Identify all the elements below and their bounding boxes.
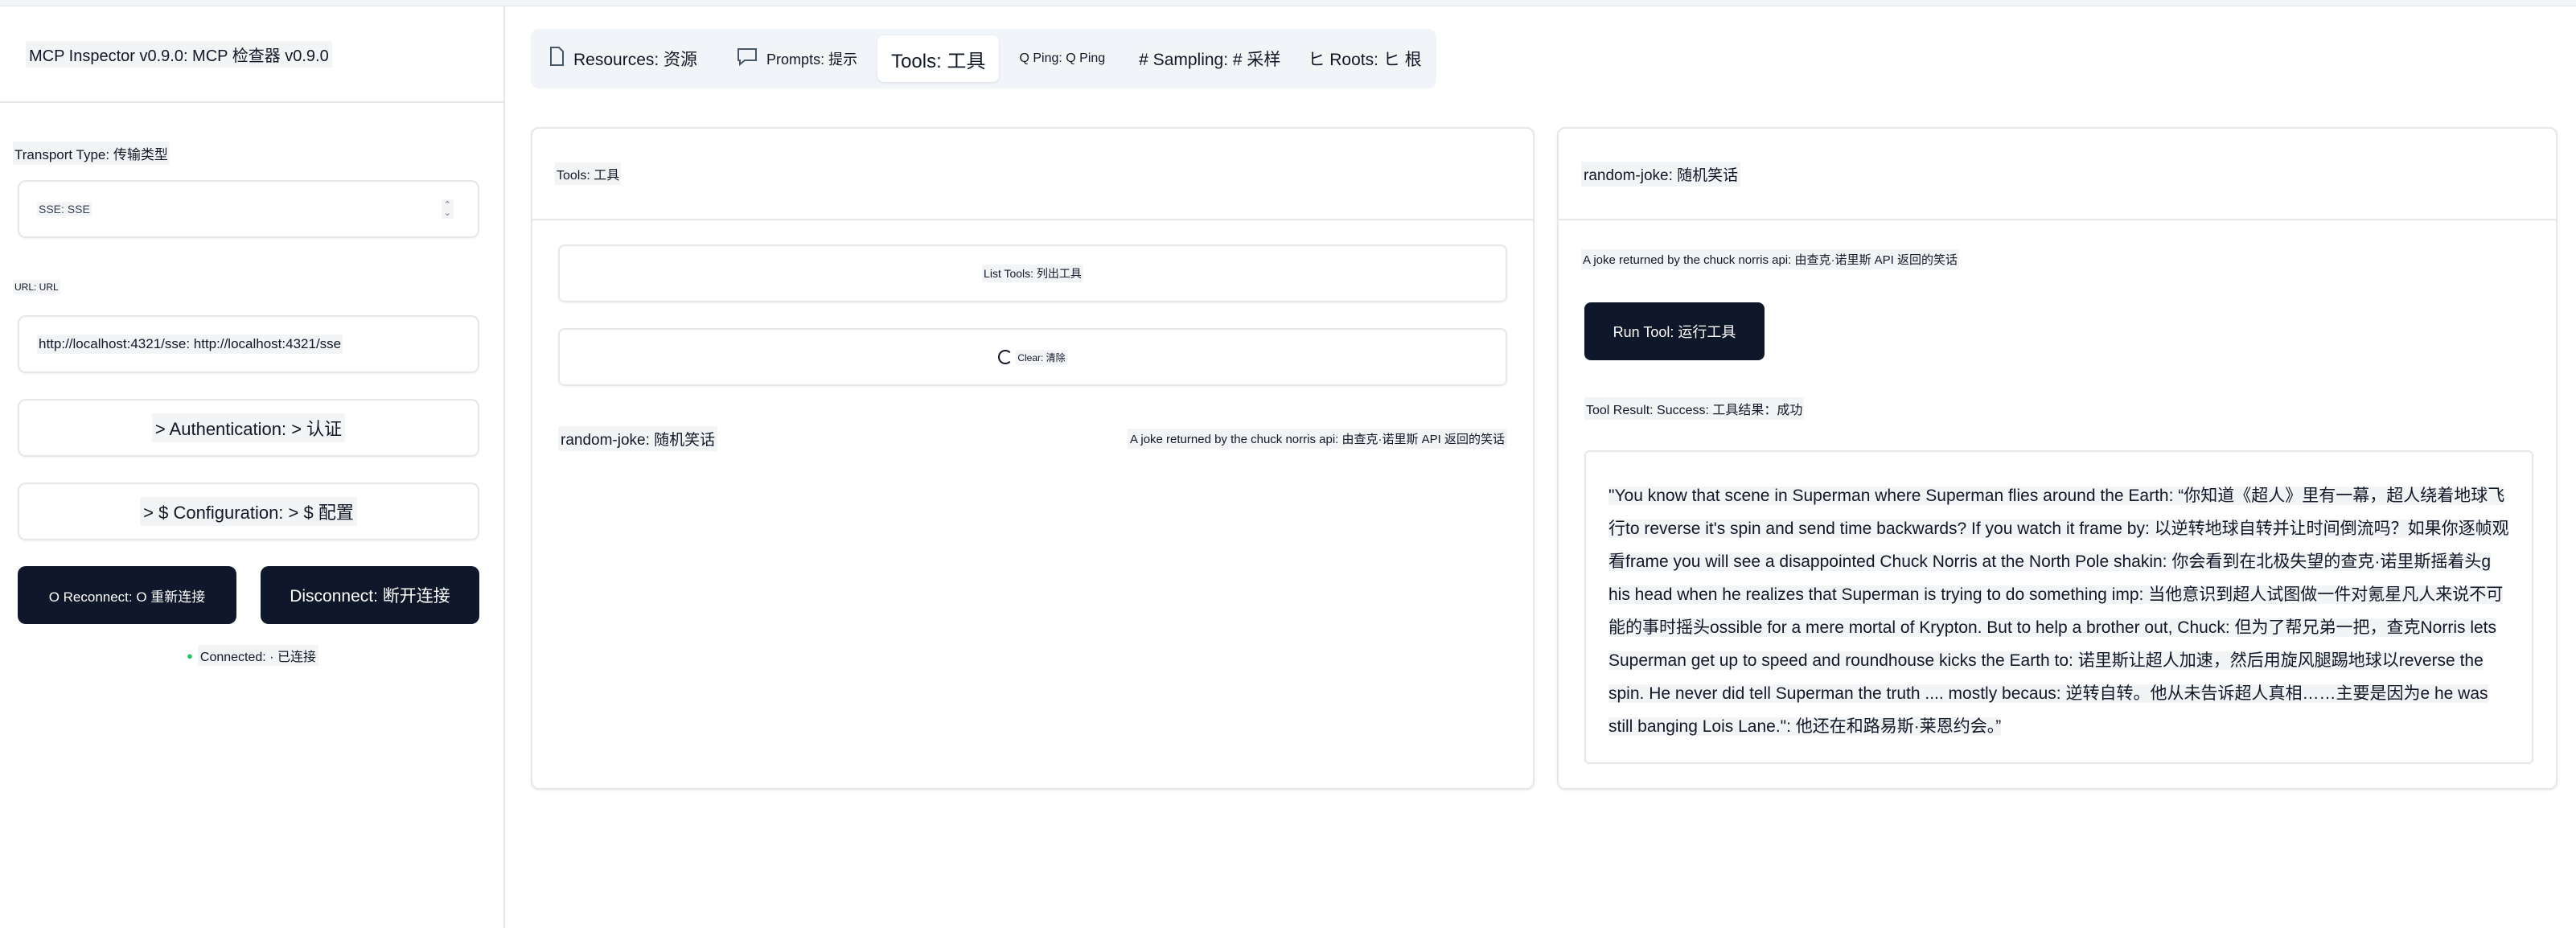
configuration-label: > $ Configuration: > $ 配置 (140, 497, 357, 526)
message-icon (737, 47, 758, 71)
status-text: Connected: · 已连接 (197, 645, 318, 666)
tools-panel: Tools: 工具 List Tools: 列出工具 Clear: 清除 ran… (531, 127, 1535, 790)
tool-detail-header: random-joke: 随机笑话 (1559, 129, 2556, 220)
tools-panel-header: Tools: 工具 (532, 129, 1533, 220)
sidebar-header: MCP Inspector v0.9.0: MCP 检查器 v0.9.0 (0, 6, 503, 103)
file-icon (548, 47, 565, 71)
chevron-updown-icon: ⌃ ⌄ (441, 199, 454, 219)
tool-detail-panel: random-joke: 随机笑话 A joke returned by the… (1557, 127, 2558, 790)
tab-sampling-label: # Sampling: # 采样 (1136, 46, 1284, 72)
tab-roots[interactable]: ヒ Roots: ヒ 根 (1294, 35, 1435, 82)
list-tools-label: List Tools: 列出工具 (982, 265, 1083, 282)
loading-spinner-icon (998, 350, 1013, 364)
transport-type-value: SSE: SSE (37, 202, 92, 216)
authentication-toggle-button[interactable]: > Authentication: > 认证 (18, 399, 479, 457)
tool-list-item[interactable]: random-joke: 随机笑话 A joke returned by the… (558, 418, 1507, 458)
reconnect-button[interactable]: O Reconnect: O 重新连接 (18, 566, 236, 624)
url-input[interactable]: http://localhost:4321/sse: http://localh… (18, 315, 479, 373)
tool-result-box: "You know that scene in Superman where S… (1584, 450, 2533, 764)
tab-ping-label: Q Ping: Q Ping (1017, 51, 1108, 67)
tab-roots-label: ヒ Roots: ヒ 根 (1305, 46, 1424, 72)
tab-sampling[interactable]: # Sampling: # 采样 (1125, 35, 1294, 82)
tool-detail-title: random-joke: 随机笑话 (1581, 161, 1741, 187)
app-title: MCP Inspector v0.9.0: MCP 检查器 v0.9.0 (26, 40, 332, 68)
tool-detail-description: A joke returned by the chuck norris api:… (1581, 249, 1959, 269)
tab-tools-label: Tools: 工具 (889, 43, 988, 74)
sidebar: MCP Inspector v0.9.0: MCP 检查器 v0.9.0 Tra… (0, 6, 505, 928)
tab-ping[interactable]: Q Ping: Q Ping (1005, 35, 1119, 82)
transport-type-select[interactable]: SSE: SSE ⌃ ⌄ (18, 180, 479, 238)
configuration-toggle-button[interactable]: > $ Configuration: > $ 配置 (18, 482, 479, 540)
tool-result-label: Tool Result: Success: 工具结果：成功 (1584, 397, 1805, 420)
run-tool-button[interactable]: Run Tool: 运行工具 (1584, 302, 1765, 360)
tab-prompts[interactable]: Prompts: 提示 (725, 35, 871, 82)
tab-bar: Resources: 资源 Prompts: 提示 Tools: 工具 Q Pi… (531, 29, 1436, 88)
tool-result-text: "You know that scene in Superman where S… (1608, 479, 2511, 743)
tool-description: A joke returned by the chuck norris api:… (1128, 428, 1507, 449)
tools-panel-title: Tools: 工具 (555, 162, 622, 185)
authentication-label: > Authentication: > 认证 (151, 413, 346, 442)
clear-button[interactable]: Clear: 清除 (558, 328, 1507, 386)
clear-label: Clear: 清除 (1016, 349, 1067, 365)
connection-status: ● Connected: · 已连接 (0, 645, 505, 666)
tool-result-content: "You know that scene in Superman where S… (1608, 487, 2509, 736)
list-tools-button[interactable]: List Tools: 列出工具 (558, 244, 1507, 302)
tab-resources[interactable]: Resources: 资源 (537, 35, 711, 82)
transport-type-label: Transport Type: 传输类型 (13, 142, 170, 165)
window-top-bar (0, 0, 2576, 6)
tab-resources-label: Resources: 资源 (571, 46, 700, 72)
url-value: http://localhost:4321/sse: http://localh… (37, 335, 343, 354)
disconnect-button[interactable]: Disconnect: 断开连接 (261, 566, 479, 624)
tab-prompts-label: Prompts: 提示 (764, 47, 861, 70)
tool-name: random-joke: 随机笑话 (558, 425, 718, 451)
status-dot-icon: ● (187, 649, 193, 662)
tab-tools[interactable]: Tools: 工具 (877, 35, 1000, 82)
url-label: URL: URL (13, 280, 60, 294)
